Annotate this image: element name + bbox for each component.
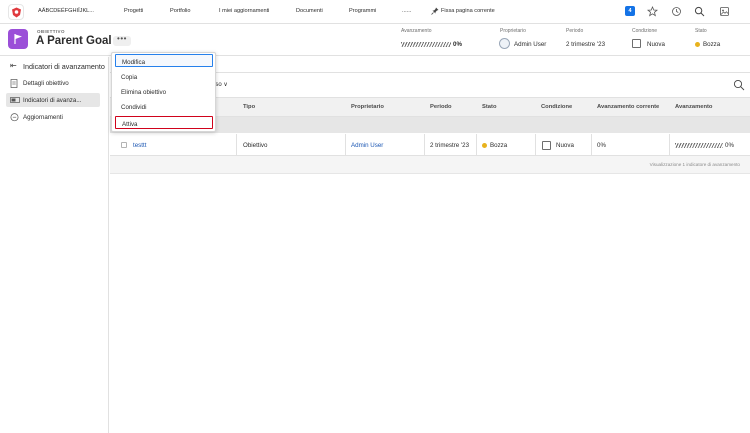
menu-item-edit[interactable]: Modifica <box>115 54 213 67</box>
cell-divider <box>476 134 477 156</box>
column-header-current-progress[interactable]: Avanzamento corrente <box>597 104 659 110</box>
top-navigation: AÄBCDEÉFGHIÏJKL... Progetti Portfolio I … <box>0 0 750 24</box>
chat-icon <box>10 113 19 122</box>
sidebar-item-goal-details[interactable]: Dettagli obiettivo <box>6 76 100 90</box>
menu-item-label: Copia <box>121 73 138 81</box>
status-label: Stato <box>695 28 707 34</box>
app-logo-icon[interactable] <box>8 4 24 20</box>
row-progress: 0% <box>675 142 734 149</box>
workspace-name[interactable]: AÄBCDEÉFGHIÏJKL... <box>38 8 94 14</box>
sidebar-item-updates[interactable]: Aggiornamenti <box>6 110 100 124</box>
row-name-link[interactable]: testtt <box>133 142 146 149</box>
table-row[interactable]: testtt Obiettivo Admin User 2 trimestre … <box>110 134 750 156</box>
menu-item-label: Condividi <box>121 103 147 111</box>
progress-stripe-bar <box>401 41 451 47</box>
nav-documents[interactable]: Documenti <box>296 8 323 14</box>
column-header-condition[interactable]: Condizione <box>541 104 572 110</box>
status-dot-icon <box>482 142 487 148</box>
row-current-progress: 0% <box>597 142 606 149</box>
more-actions-menu: Modifica Copia Elimina obiettivo Condivi… <box>111 52 216 132</box>
nav-projects[interactable]: Progetti <box>124 8 143 14</box>
pin-page-link[interactable]: Fissa pagina corrente <box>441 8 495 14</box>
menu-item-label: Elimina obiettivo <box>121 88 167 96</box>
period-label: Periodo <box>566 28 584 34</box>
menu-item-label: Attiva <box>122 120 138 128</box>
status-dot-icon <box>695 41 700 47</box>
cell-divider <box>535 134 536 156</box>
menu-item-delete-goal[interactable]: Elimina obiettivo <box>115 85 213 98</box>
period-value[interactable]: 2 trimestre '23 <box>566 41 605 48</box>
status-value[interactable]: Bozza <box>695 41 720 48</box>
clock-icon[interactable] <box>671 6 682 17</box>
star-icon[interactable] <box>646 5 659 17</box>
row-type: Obiettivo <box>243 142 268 149</box>
cell-divider <box>236 134 237 156</box>
nav-programs[interactable]: Programmi <box>349 8 376 14</box>
condition-value[interactable]: Nuova <box>647 41 665 48</box>
table-search-icon[interactable] <box>733 79 745 93</box>
document-icon <box>10 79 18 88</box>
nav-portfolio[interactable]: Portfolio <box>170 8 191 14</box>
results-count: Visualizzazione 1 indicatore di avanzame… <box>649 162 740 167</box>
nav-my-updates[interactable]: I miei aggiornamenti <box>219 8 269 14</box>
condition-icon <box>542 141 551 150</box>
sidebar: ⇤ Indicatori di avanzamento Dettagli obi… <box>0 57 109 433</box>
sidebar-item-label: Indicatori di avanza... <box>23 96 82 104</box>
notification-badge[interactable]: 4 <box>625 6 635 16</box>
owner-value[interactable]: Admin User <box>514 41 546 48</box>
condition-icon <box>632 39 641 48</box>
page-title: A Parent Goal <box>36 35 112 47</box>
progress-bar-icon <box>10 96 20 104</box>
table-footer: Visualizzazione 1 indicatore di avanzame… <box>110 156 750 174</box>
column-header-progress[interactable]: Avanzamento <box>675 104 712 110</box>
sidebar-item-label: Aggiornamenti <box>23 113 63 121</box>
cell-divider <box>345 134 346 156</box>
back-label: Indicatori di avanzamento <box>23 62 105 71</box>
column-header-period[interactable]: Periodo <box>430 104 452 110</box>
progress-stripe-bar <box>675 142 723 148</box>
avatar <box>499 38 510 49</box>
column-header-status[interactable]: Stato <box>482 104 497 110</box>
progress-label: Avanzamento <box>401 28 432 34</box>
object-type-label: OBIETTIVO <box>37 29 65 34</box>
row-owner[interactable]: Admin User <box>351 142 383 149</box>
sidebar-item-progress-indicators[interactable]: Indicatori di avanza... <box>6 93 100 107</box>
menu-item-share[interactable]: Condividi <box>115 100 213 113</box>
cell-divider <box>669 134 670 156</box>
nav-more[interactable]: ...... <box>402 8 411 14</box>
row-checkbox[interactable] <box>121 142 127 148</box>
row-condition: Nuova <box>556 142 574 149</box>
back-button[interactable]: ⇤ Indicatori di avanzamento <box>0 59 109 73</box>
owner-label: Proprietario <box>500 28 526 34</box>
back-arrow-icon: ⇤ <box>10 61 17 70</box>
goal-icon <box>8 29 28 49</box>
cell-divider <box>424 134 425 156</box>
menu-item-label: Modifica <box>122 58 146 66</box>
search-icon[interactable] <box>694 6 705 17</box>
cell-divider <box>591 134 592 156</box>
pin-icon[interactable] <box>431 7 439 17</box>
column-header-type[interactable]: Tipo <box>243 104 255 110</box>
menu-item-copy[interactable]: Copia <box>115 70 213 83</box>
row-period: 2 trimestre '23 <box>430 142 470 149</box>
more-actions-button[interactable]: ••• <box>113 35 131 46</box>
grid-icon[interactable] <box>719 6 730 17</box>
sidebar-item-label: Dettagli obiettivo <box>23 79 69 87</box>
condition-label: Condizione <box>632 28 658 34</box>
menu-item-activate[interactable]: Attiva <box>115 116 213 129</box>
progress-value: 0% <box>401 41 462 48</box>
column-header-owner[interactable]: Proprietario <box>351 104 384 110</box>
row-status: Bozza <box>482 142 507 149</box>
